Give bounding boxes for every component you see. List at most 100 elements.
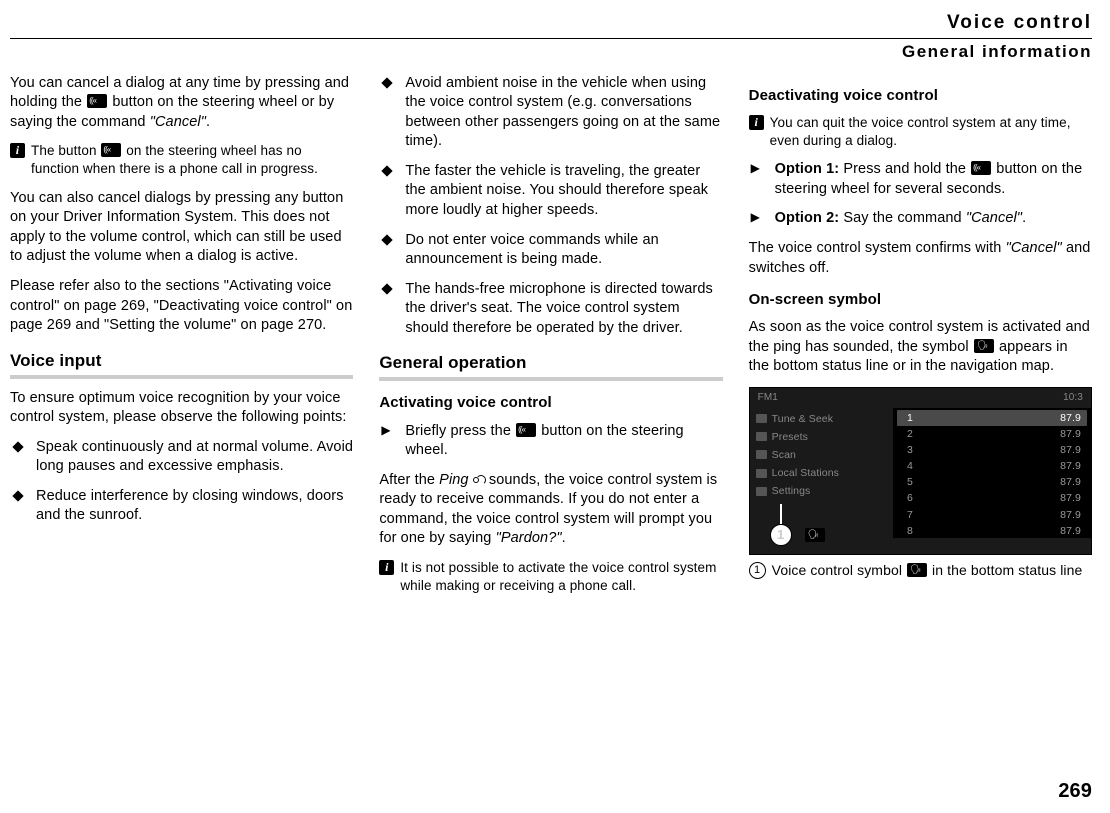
menu-icon <box>756 487 767 496</box>
text: The voice control system confirms with <box>749 240 1006 256</box>
info-icon: i <box>10 143 25 158</box>
preset-freq: 87.9 <box>1060 491 1081 505</box>
preset-num: 5 <box>907 475 913 489</box>
preset-row: 387.9 <box>893 442 1091 458</box>
chapter-title: Voice control <box>10 10 1092 36</box>
ping-icon <box>473 473 485 485</box>
menu-label: Local Stations <box>772 466 839 480</box>
text: After the <box>379 472 439 488</box>
column-1: You can cancel a dialog at any time by p… <box>10 74 353 606</box>
preset-num: 4 <box>907 459 913 473</box>
preset-freq: 87.9 <box>1060 443 1081 457</box>
paragraph: You can cancel a dialog at any time by p… <box>10 74 353 133</box>
time-label: 10:3 <box>1063 391 1083 405</box>
info-note: i The button on the steering wheel has n… <box>10 142 353 178</box>
preset-row: 587.9 <box>893 474 1091 490</box>
heading-deactivating: Deactivating voice control <box>749 86 1092 106</box>
text: Press and hold the <box>843 161 970 177</box>
preset-freq: 87.9 <box>1060 459 1081 473</box>
list-item: Avoid ambient noise in the vehicle when … <box>379 74 722 152</box>
bullet-list: Avoid ambient noise in the vehicle when … <box>379 74 722 339</box>
voice-symbol-icon <box>907 563 927 577</box>
info-icon: i <box>379 560 394 575</box>
text: . <box>1022 210 1026 226</box>
screenshot-preset-list: 187.9 287.9 387.9 487.9 587.9 687.9 787.… <box>893 408 1091 538</box>
paragraph: The voice control system confirms with "… <box>749 239 1092 278</box>
paragraph: To ensure optimum voice recognition by y… <box>10 389 353 428</box>
screenshot-radio: FM1 10:3 Tune & Seek Presets Scan Local … <box>749 387 1092 555</box>
command-text: "Cancel" <box>966 210 1022 226</box>
list-item: Option 1: Press and hold the button on t… <box>749 160 1092 199</box>
info-text: The button on the steering wheel has no … <box>31 142 353 178</box>
info-text: It is not possible to activate the voice… <box>400 559 722 595</box>
figure-caption: 1 Voice control symbol in the bottom sta… <box>749 561 1092 580</box>
text: The button <box>31 143 100 158</box>
list-item: Briefly press the button on the steering… <box>379 422 722 461</box>
info-text: You can quit the voice control system at… <box>770 114 1092 150</box>
screenshot-body: Tune & Seek Presets Scan Local Stations … <box>750 408 1091 538</box>
voice-button-icon <box>516 423 536 437</box>
preset-num: 6 <box>907 491 913 505</box>
callout-number: 1 <box>749 562 766 579</box>
voice-symbol-icon <box>805 528 825 542</box>
menu-row: Tune & Seek <box>756 410 887 428</box>
menu-label: Presets <box>772 430 808 444</box>
preset-num: 1 <box>907 411 913 425</box>
section-title: General information <box>10 41 1092 64</box>
preset-freq: 87.9 <box>1060 427 1081 441</box>
screenshot-left-menu: Tune & Seek Presets Scan Local Stations … <box>750 408 893 538</box>
paragraph: You can also cancel dialogs by pressing … <box>10 189 353 267</box>
paragraph: Please refer also to the sections "Activ… <box>10 277 353 336</box>
preset-freq: 87.9 <box>1060 411 1081 425</box>
info-note: i You can quit the voice control system … <box>749 114 1092 150</box>
preset-row: 787.9 <box>893 507 1091 523</box>
column-2: Avoid ambient noise in the vehicle when … <box>379 74 722 606</box>
voice-symbol-icon <box>974 339 994 353</box>
menu-label: Tune & Seek <box>772 412 833 426</box>
list-item: Do not enter voice commands while an ann… <box>379 231 722 270</box>
menu-label: Scan <box>772 448 796 462</box>
screenshot-topbar: FM1 10:3 <box>750 388 1091 408</box>
column-3: Deactivating voice control i You can qui… <box>749 74 1092 606</box>
list-item: Speak continuously and at normal volume.… <box>10 438 353 477</box>
info-note: i It is not possible to activate the voi… <box>379 559 722 595</box>
menu-row: Settings <box>756 482 887 500</box>
preset-row: 487.9 <box>893 458 1091 474</box>
command-text: "Pardon?" <box>496 530 562 546</box>
menu-icon <box>756 432 767 441</box>
divider <box>10 38 1092 39</box>
command-text: "Cancel" <box>1006 240 1062 256</box>
text: . <box>206 114 210 130</box>
voice-button-icon <box>101 143 121 157</box>
preset-row: 187.9 <box>897 410 1087 426</box>
paragraph: As soon as the voice control system is a… <box>749 318 1092 377</box>
heading-general-operation: General operation <box>379 352 722 381</box>
paragraph: After the Ping sounds, the voice control… <box>379 471 722 549</box>
callout-line <box>780 504 782 524</box>
page-number: 269 <box>1058 778 1092 805</box>
heading-activating: Activating voice control <box>379 393 722 413</box>
preset-freq: 87.9 <box>1060 475 1081 489</box>
text: . <box>562 530 566 546</box>
preset-num: 2 <box>907 427 913 441</box>
heading-onscreen-symbol: On-screen symbol <box>749 290 1092 310</box>
voice-button-icon <box>971 161 991 175</box>
info-icon: i <box>749 115 764 130</box>
menu-row: Presets <box>756 428 887 446</box>
voice-button-icon <box>87 94 107 108</box>
menu-icon <box>756 469 767 478</box>
text: Briefly press the <box>405 423 515 439</box>
list-item: Option 2: Say the command "Cancel". <box>749 209 1092 229</box>
list-item: Reduce interference by closing windows, … <box>10 487 353 526</box>
menu-icon <box>756 414 767 423</box>
menu-row: Local Stations <box>756 464 887 482</box>
preset-row: 287.9 <box>893 426 1091 442</box>
bullet-list: Speak continuously and at normal volume.… <box>10 438 353 526</box>
step-list: Option 1: Press and hold the button on t… <box>749 160 1092 229</box>
preset-freq: 87.9 <box>1060 508 1081 522</box>
list-item: The hands-free microphone is directed to… <box>379 280 722 339</box>
ping-text: Ping <box>439 472 468 488</box>
heading-voice-input: Voice input <box>10 350 353 379</box>
callout-badge: 1 <box>770 524 792 546</box>
preset-freq: 87.9 <box>1060 524 1081 538</box>
